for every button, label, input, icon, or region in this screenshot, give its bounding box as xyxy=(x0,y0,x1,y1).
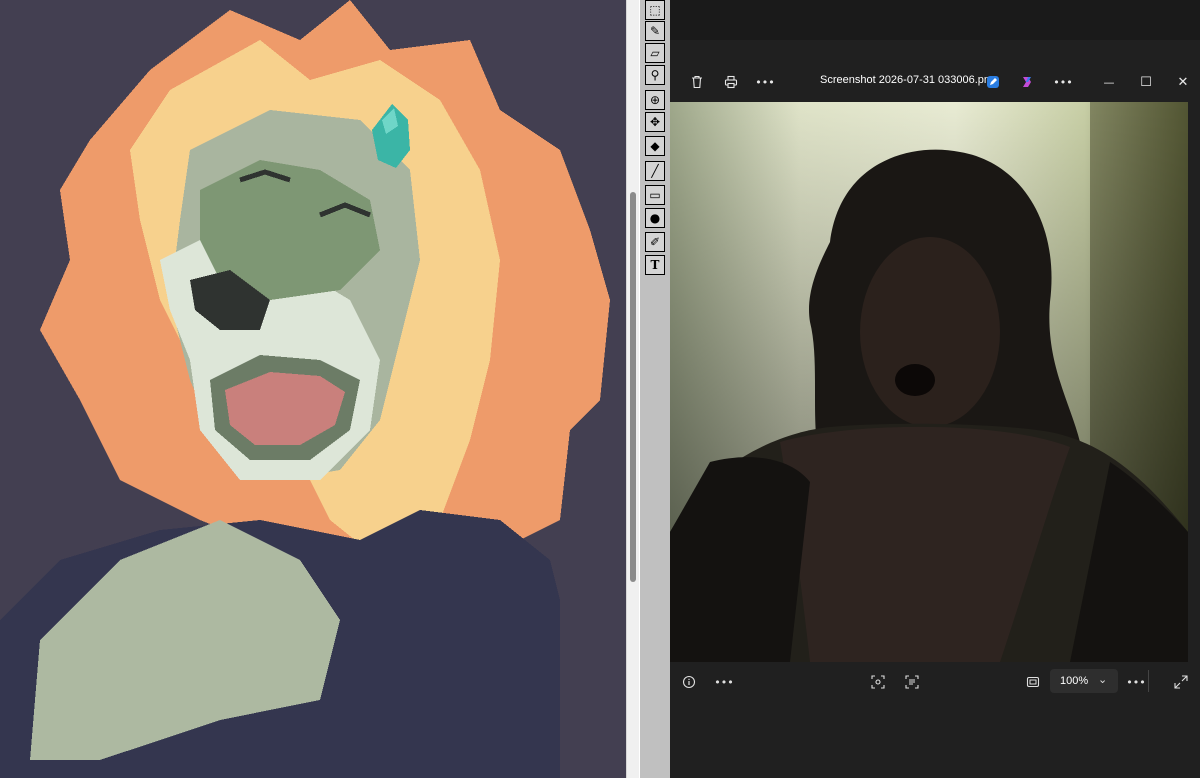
trash-icon xyxy=(692,75,702,89)
info-button[interactable] xyxy=(678,672,700,692)
close-button[interactable]: ✕ xyxy=(1172,72,1194,92)
info-icon xyxy=(682,675,696,689)
photos-bottom-bar: ••• 100% ⌄ ••• xyxy=(670,662,1200,702)
photo-image xyxy=(670,102,1188,662)
print-button[interactable] xyxy=(720,72,742,92)
expand-icon xyxy=(1174,675,1188,689)
fill-tool[interactable]: ◆ xyxy=(645,136,665,156)
visual-search-icon xyxy=(871,675,885,689)
photos-window: ••• Screenshot 2026-07-31 033006.png •••… xyxy=(670,62,1200,778)
select-rectangle-tool[interactable]: ⬚ xyxy=(645,0,665,20)
zoom-value: 100% xyxy=(1060,675,1089,687)
window-title: Screenshot 2026-07-31 033006.png xyxy=(820,74,997,86)
pencil-icon: ✎ xyxy=(649,24,661,38)
ellipse-icon: ● xyxy=(649,211,661,225)
photo-scrollbar[interactable] xyxy=(1189,102,1200,662)
text-scan-button[interactable] xyxy=(901,672,923,692)
ellipse-tool[interactable]: ● xyxy=(645,208,665,228)
eraser-tool[interactable]: ▱ xyxy=(645,43,665,63)
edit-button[interactable] xyxy=(982,72,1004,92)
drawing-canvas[interactable] xyxy=(0,0,626,778)
photos-top-strip xyxy=(670,0,1200,40)
copilot-button[interactable] xyxy=(1016,72,1038,92)
rectangle-tool[interactable]: ▭ xyxy=(645,185,665,205)
eyedropper-icon: ⚲ xyxy=(650,68,660,82)
rectangle-icon: ▭ xyxy=(649,188,661,202)
edit-icon xyxy=(987,76,999,88)
artwork-image xyxy=(0,0,626,778)
text-tool[interactable]: T xyxy=(645,255,665,275)
text-scan-icon xyxy=(905,675,919,689)
brush-tool[interactable]: ✐ xyxy=(645,232,665,252)
text-icon: T xyxy=(650,258,660,272)
bottom-divider xyxy=(1148,670,1149,692)
select-rectangle-icon: ⬚ xyxy=(649,3,661,17)
fit-window-button[interactable] xyxy=(1022,672,1044,692)
photo-viewer[interactable] xyxy=(670,102,1188,662)
more-title-button[interactable]: ••• xyxy=(1052,72,1074,92)
line-tool[interactable]: ╱ xyxy=(645,161,665,181)
canvas-scroll-thumb[interactable] xyxy=(630,192,636,582)
more-zoom-button[interactable]: ••• xyxy=(1124,672,1148,692)
fullscreen-button[interactable] xyxy=(1170,672,1192,692)
copilot-icon xyxy=(1023,77,1031,87)
minimize-button[interactable]: — xyxy=(1098,72,1120,92)
fit-window-icon xyxy=(1026,676,1040,688)
printer-icon xyxy=(724,75,738,89)
move-icon: ✥ xyxy=(649,115,661,129)
visual-search-button[interactable] xyxy=(867,672,889,692)
pencil-tool[interactable]: ✎ xyxy=(645,21,665,41)
fill-icon: ◆ xyxy=(650,139,660,153)
maximize-button[interactable]: ☐ xyxy=(1135,72,1157,92)
eraser-icon: ▱ xyxy=(650,46,660,60)
brush-icon: ✐ xyxy=(649,235,661,249)
zoom-dropdown[interactable]: 100% ⌄ xyxy=(1050,669,1118,693)
more-options-button[interactable]: ••• xyxy=(754,72,776,92)
delete-button[interactable] xyxy=(686,72,708,92)
line-icon: ╱ xyxy=(651,164,659,178)
eyedropper-tool[interactable]: ⚲ xyxy=(645,65,665,85)
zoom-icon: ⊕ xyxy=(649,93,661,107)
zoom-tool[interactable]: ⊕ xyxy=(645,90,665,110)
move-tool[interactable]: ✥ xyxy=(645,112,665,132)
more-bottom-button[interactable]: ••• xyxy=(712,672,736,692)
canvas-scrollbar[interactable] xyxy=(626,0,640,778)
photos-titlebar: ••• Screenshot 2026-07-31 033006.png •••… xyxy=(670,62,1200,102)
chevron-down-icon: ⌄ xyxy=(1098,674,1108,686)
tool-palette: ⬚ ✎ ▱ ⚲ ⊕ ✥ ◆ ╱ ▭ ● ✐ T xyxy=(639,0,671,778)
